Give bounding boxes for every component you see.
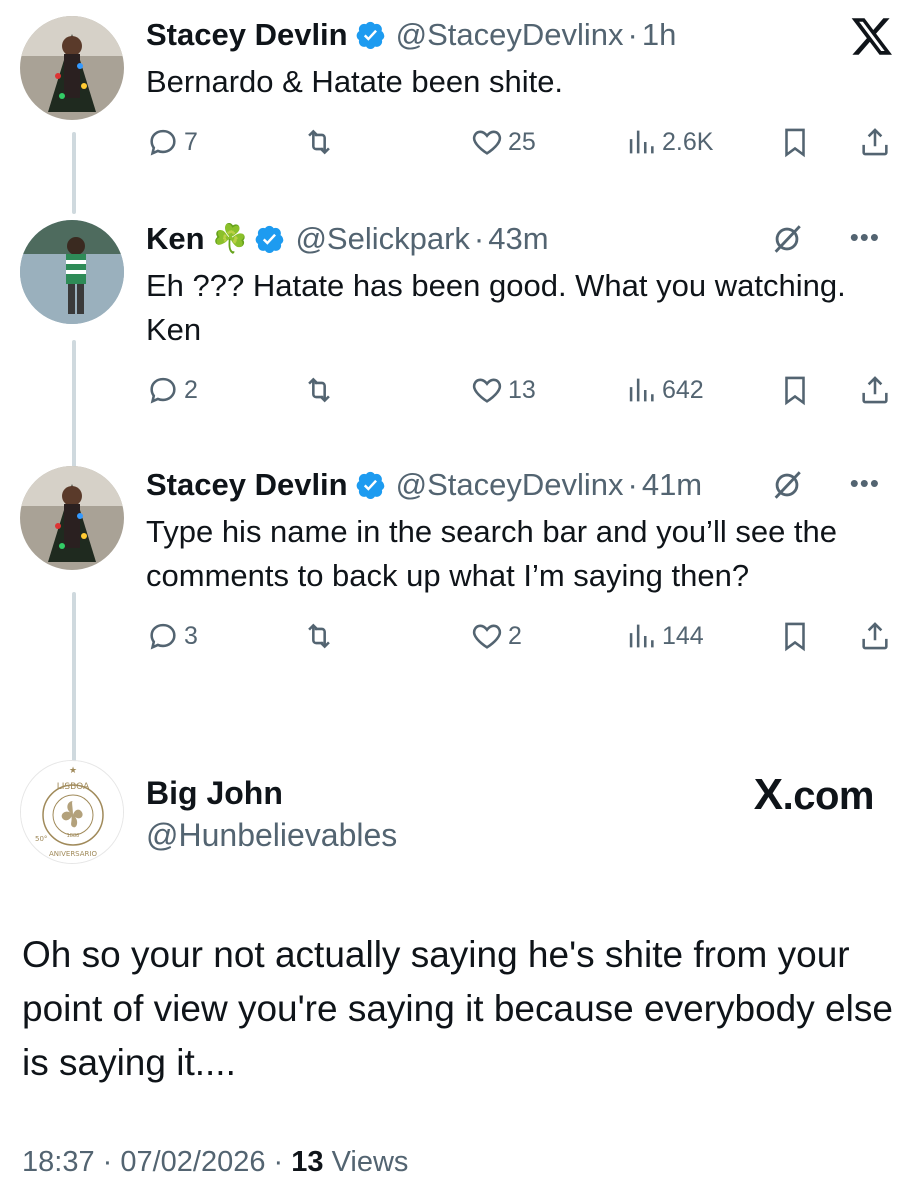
views-chart-icon (629, 624, 654, 648)
retweet-icon (308, 377, 330, 403)
avatar[interactable] (20, 220, 124, 324)
heart-icon (472, 624, 502, 649)
retweet-icon (308, 623, 330, 649)
reply-icon (150, 377, 176, 404)
view-count: 642 (662, 375, 704, 404)
like-count: 13 (508, 375, 536, 404)
share-icon (862, 376, 888, 404)
tweet-text: Eh ??? Hatate has been good. What you wa… (146, 268, 846, 347)
views-count[interactable]: 13 (291, 1146, 323, 1178)
avatar[interactable]: ★ LISBOA ANIVERSARIO 50° 1888 (20, 760, 124, 864)
share-button[interactable] (858, 616, 892, 656)
celtic-crest-logo: ★ LISBOA ANIVERSARIO 50° 1888 (21, 761, 123, 863)
retweet-icon (308, 129, 330, 155)
view-count: 2.6K (662, 127, 714, 156)
svg-text:1888: 1888 (67, 833, 80, 839)
post-timestamp[interactable]: 18:37 · 07/02/2026 · (22, 1146, 291, 1178)
bookmark-icon (785, 376, 805, 406)
reply-icon (150, 623, 176, 650)
verified-badge-icon (356, 21, 384, 49)
reply-button[interactable]: 7 (146, 122, 198, 162)
separator-dot: · (473, 221, 485, 256)
heart-icon (472, 130, 502, 155)
share-button[interactable] (858, 122, 892, 162)
tweet-text: Bernardo & Hatate been shite. (146, 64, 564, 99)
author-handle[interactable]: @StaceyDevlinx (396, 466, 624, 504)
like-button[interactable]: 13 (470, 370, 536, 410)
main-post-text: Oh so your not actually saying he's shit… (22, 934, 893, 1083)
share-icon (862, 128, 888, 156)
reply-count: 2 (184, 375, 198, 404)
tweet-time[interactable]: 43m (488, 220, 548, 258)
reply-icon (150, 129, 176, 156)
author-handle[interactable]: @StaceyDevlinx (396, 16, 624, 54)
heart-icon (472, 378, 502, 403)
retweet-button[interactable] (302, 370, 336, 410)
author-name[interactable]: Ken (146, 220, 205, 258)
avatar-photo-icon (20, 16, 124, 120)
more-options-icon[interactable]: ••• (850, 222, 880, 253)
avatar[interactable] (20, 466, 124, 570)
verified-badge-icon (256, 225, 284, 253)
retweet-button[interactable] (302, 616, 336, 656)
tweet-time[interactable]: 41m (642, 466, 702, 504)
author-handle[interactable]: @Selickpark (295, 220, 469, 258)
xcom-watermark: X.com (753, 770, 875, 819)
svg-text:ANIVERSARIO: ANIVERSARIO (49, 850, 97, 858)
thread-line (72, 132, 76, 214)
reply-button[interactable]: 3 (146, 616, 198, 656)
verified-badge-icon (356, 471, 384, 499)
views-button[interactable]: 144 (624, 616, 704, 656)
views-chart-icon (629, 130, 654, 154)
avatar-photo-icon (20, 466, 124, 570)
grok-icon[interactable] (770, 222, 804, 256)
post-meta: 18:37 · 07/02/2026 · 13 Views (22, 1146, 408, 1179)
author-name[interactable]: Stacey Devlin (146, 466, 348, 504)
like-button[interactable]: 25 (470, 122, 536, 162)
like-count: 25 (508, 127, 536, 156)
svg-text:50°: 50° (35, 835, 47, 843)
action-bar: 7 25 2.6K (146, 122, 900, 162)
separator-dot: · (627, 17, 638, 52)
thread-line (72, 592, 76, 762)
views-chart-icon (629, 378, 654, 402)
share-icon (862, 622, 888, 650)
views-button[interactable]: 2.6K (624, 122, 713, 162)
avatar-photo-icon (20, 220, 124, 324)
tweet-text: Type his name in the search bar and you’… (146, 514, 838, 593)
grok-icon[interactable] (770, 468, 804, 502)
retweet-button[interactable] (302, 122, 336, 162)
shamrock-emoji: ☘️ (212, 223, 248, 254)
thread-line (72, 340, 76, 468)
view-count: 144 (662, 621, 704, 650)
reply-count: 3 (184, 621, 198, 650)
action-bar: 3 2 144 (146, 616, 900, 656)
views-label[interactable]: Views (324, 1146, 409, 1178)
avatar[interactable] (20, 16, 124, 120)
svg-text:★: ★ (69, 766, 77, 776)
share-button[interactable] (858, 370, 892, 410)
like-count: 2 (508, 621, 522, 650)
bookmark-button[interactable] (778, 370, 812, 410)
author-name[interactable]: Stacey Devlin (146, 16, 348, 54)
separator-dot: · (627, 467, 638, 502)
svg-text:LISBOA: LISBOA (57, 782, 90, 792)
bookmark-button[interactable] (778, 616, 812, 656)
bookmark-button[interactable] (778, 122, 812, 162)
reply-button[interactable]: 2 (146, 370, 198, 410)
like-button[interactable]: 2 (470, 616, 522, 656)
reply-count: 7 (184, 127, 198, 156)
bookmark-icon (785, 622, 805, 652)
bookmark-icon (785, 128, 805, 158)
tweet-time[interactable]: 1h (642, 16, 676, 54)
more-options-icon[interactable]: ••• (850, 468, 880, 499)
views-button[interactable]: 642 (624, 370, 704, 410)
action-bar: 2 13 642 (146, 370, 900, 410)
